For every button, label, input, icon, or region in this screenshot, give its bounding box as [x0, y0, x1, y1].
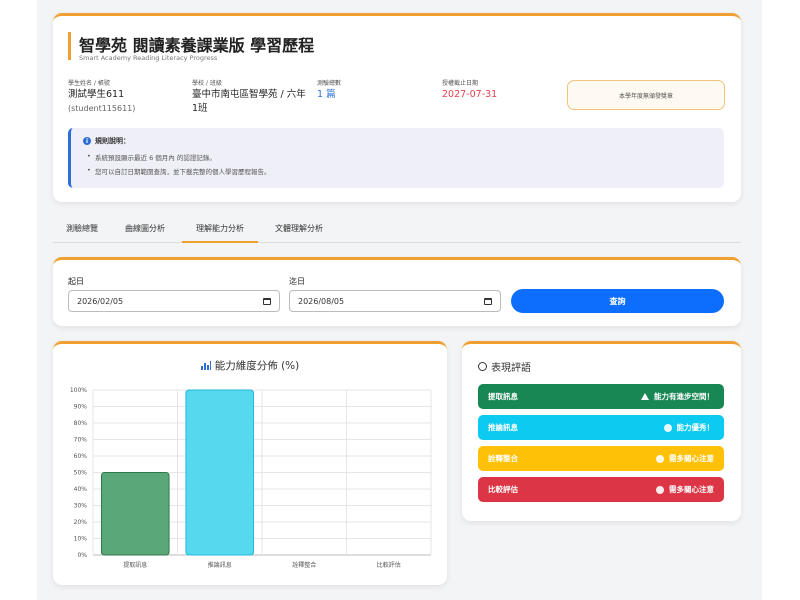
comment-row-evaluation: 比較評估 需多關心注意 — [478, 477, 724, 502]
rules-title: 規則說明： — [95, 137, 130, 145]
page-subtitle: Smart Academy Reading Literacy Progress — [79, 54, 218, 62]
end-date-value: 2026/08/05 — [298, 296, 345, 306]
rule-item: 您可以自訂日期範圍查詢，並下載完整的個人學習歷程報告。 — [87, 166, 270, 176]
y-tick-label: 20% — [74, 519, 88, 526]
comment-label: 比較評估 — [488, 485, 518, 494]
comment-row-extract: 提取訊息 能力有進步空間！ — [478, 384, 724, 409]
chat-icon — [478, 362, 487, 371]
x-tick-label: 提取訊息 — [123, 561, 147, 569]
tests-label: 測驗總數 — [317, 80, 342, 87]
bar — [100, 472, 170, 556]
x-circle-icon — [656, 454, 664, 463]
y-tick-label: 90% — [74, 404, 88, 411]
y-tick-label: 10% — [74, 536, 88, 543]
comments-heading: 表現評語 — [478, 359, 531, 374]
tab-comprehension-analysis[interactable]: 理解能力分析 — [182, 214, 258, 243]
bar-chart: 0% 10% 20% 30% 40% 50% 60% 70% 80% 90% 100% 提取訊息 推論訊… — [70, 387, 432, 569]
page-title: 智學苑 閱讀素養課業版 學習歷程 — [79, 36, 315, 55]
calendar-icon[interactable] — [263, 297, 271, 305]
start-date-label: 起日 — [68, 277, 84, 286]
y-tick-label: 70% — [74, 437, 88, 444]
start-date-value: 2026/02/05 — [77, 296, 124, 306]
y-tick-label: 50% — [74, 470, 88, 477]
comment-text: 需多關心注意 — [669, 485, 714, 494]
bar — [185, 389, 255, 556]
y-tick-label: 0% — [77, 552, 87, 559]
student-info-card: 智學苑 閱讀素養課業版 學習歷程 Smart Academy Reading L… — [53, 13, 741, 202]
end-date-input[interactable]: 2026/08/05 — [289, 290, 501, 312]
tab-curve-analysis[interactable]: 曲線圖分析 — [111, 214, 179, 243]
comment-label: 提取訊息 — [488, 392, 518, 401]
comment-text: 需多關心注意 — [669, 454, 714, 463]
comments-title: 表現評語 — [491, 363, 531, 374]
student-account: (student115611) — [68, 104, 136, 113]
x-tick-label: 比較評估 — [377, 561, 401, 569]
expire-label: 授權截止日期 — [442, 80, 479, 87]
title-accent-bar — [68, 32, 71, 60]
comment-text: 能力有進步空間！ — [654, 392, 714, 401]
student-label: 學生姓名 / 帳號 — [68, 80, 110, 87]
school-class: 臺中市南屯區智學苑 / 六年 — [192, 89, 306, 100]
y-tick-label: 100% — [70, 387, 87, 394]
tab-genre-analysis[interactable]: 文體理解分析 — [261, 214, 337, 243]
x-tick-label: 詮釋整合 — [292, 561, 316, 569]
query-button[interactable]: 查詢 — [511, 289, 724, 313]
expire-date: 2027-07-31 — [442, 89, 498, 100]
school-class-line2: 1班 — [192, 103, 208, 114]
calendar-icon[interactable] — [484, 297, 492, 305]
tests-count: 1 篇 — [317, 89, 336, 100]
rule-item: 系統預設顯示最近 6 個月內 的認證記錄。 — [87, 152, 216, 162]
rules-box: i 規則說明： 系統預設顯示最近 6 個月內 的認證記錄。 您可以自訂日期範圍查… — [68, 128, 724, 188]
y-tick-label: 40% — [74, 486, 88, 493]
comments-card: 表現評語 提取訊息 能力有進步空間！ 推論訊息 能力優秀！ 詮釋整合 需多關心注… — [462, 341, 741, 521]
analysis-tabs: 測驗總覽 曲線圖分析 理解能力分析 文體理解分析 — [53, 214, 741, 243]
comment-label: 詮釋整合 — [488, 454, 518, 463]
comment-row-integration: 詮釋整合 需多關心注意 — [478, 446, 724, 471]
award-status-button[interactable]: 本學年度無頒發獎章 — [567, 80, 725, 110]
comment-text: 能力優秀！ — [676, 423, 715, 432]
x-circle-icon — [656, 485, 664, 494]
y-tick-label: 60% — [74, 453, 88, 460]
date-filter-card: 起日 2026/02/05 迄日 2026/08/05 查詢 — [53, 257, 741, 326]
rules-heading: i 規則說明： — [83, 136, 130, 146]
end-date-label: 迄日 — [289, 277, 305, 286]
comment-row-inference: 推論訊息 能力優秀！ — [478, 415, 724, 440]
start-date-input[interactable]: 2026/02/05 — [68, 290, 280, 312]
y-tick-label: 80% — [74, 420, 88, 427]
warning-icon — [641, 393, 649, 400]
school-label: 學校 / 班級 — [192, 80, 222, 87]
x-tick-label: 推論訊息 — [208, 561, 232, 569]
y-tick-label: 30% — [74, 503, 88, 510]
comment-label: 推論訊息 — [488, 423, 518, 432]
check-circle-icon — [663, 423, 672, 432]
ability-chart-card: 能力維度分佈 (%) 0% 10% 20% 30% 40% 50% 60% 70% 80% 90%… — [53, 341, 447, 585]
tab-overview[interactable]: 測驗總覽 — [53, 214, 111, 243]
info-icon: i — [83, 137, 91, 145]
student-name: 測試學生611 — [68, 89, 125, 100]
